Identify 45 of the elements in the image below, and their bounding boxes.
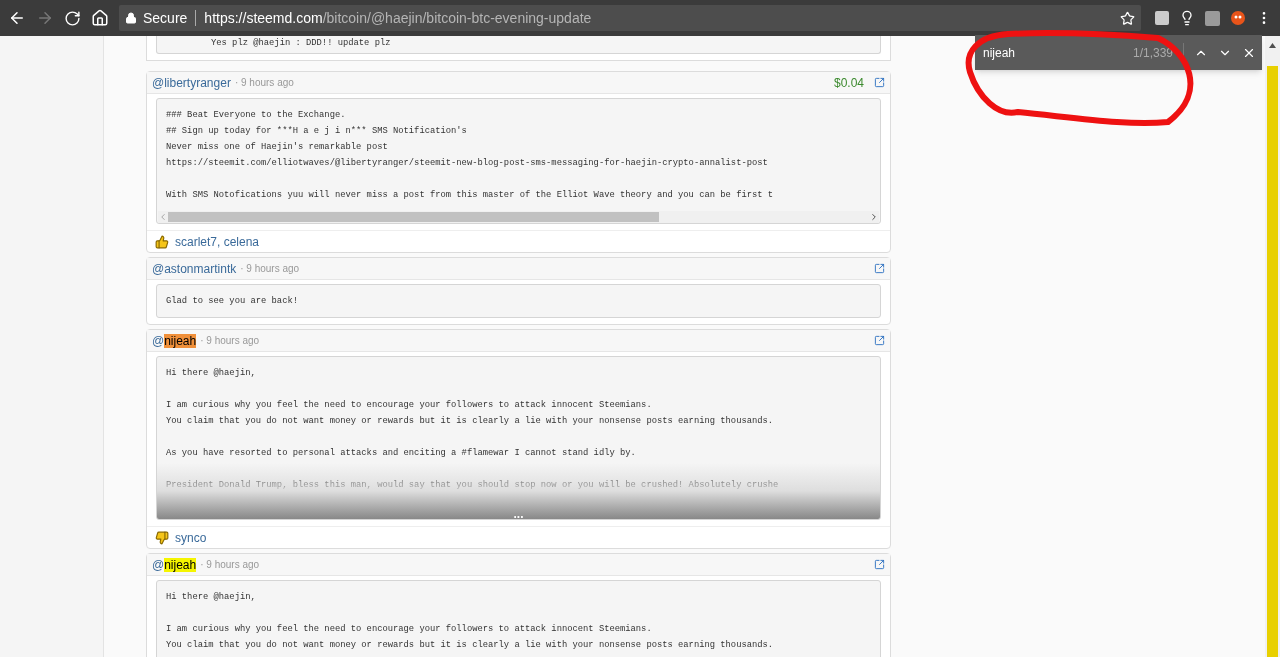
address-bar[interactable]: Secure https://steemd.com/bitcoin/@haejin/bitcoin-btc-evening-update — [119, 5, 1141, 31]
body-line: https://steemit.com/elliotwaves/@libertyranger/steemit-new-blog-post-sms-messaging-for-haejin-crypto-annalist-post — [166, 157, 769, 170]
body-line: You claim that you do not want money or rewards but it is clearly a lie with your nonsense posts earning thousands. — [166, 415, 775, 428]
bookmark-star-icon[interactable] — [1120, 10, 1135, 26]
timestamp: · 9 hours ago — [200, 558, 260, 572]
back-icon[interactable] — [8, 9, 26, 27]
body-line: As you have resorted to personal attacks and enciting a #flamewar I cannot stand idly by. — [166, 447, 637, 460]
author-link[interactable]: @astonmartintk — [152, 259, 237, 278]
home-icon[interactable] — [91, 9, 109, 27]
body-line: I am curious why you feel the need to encourage your followers to attack innocent Steemians. — [166, 623, 653, 636]
voter-names[interactable]: synco — [175, 528, 207, 547]
url-text: https://steemd.com/bitcoin/@haejin/bitcoin-btc-evening-update — [204, 8, 592, 28]
comment-body: Yes plz @haejin : DDD!! update plz — [156, 36, 881, 54]
author-link[interactable]: @libertyranger — [152, 73, 231, 92]
extension-icon[interactable] — [1205, 10, 1220, 26]
external-link-icon[interactable] — [874, 77, 885, 88]
body-line: With SMS Notofications yuu will never miss a post from this master of the Elliot Wave theory and you can be first t — [166, 189, 775, 202]
body-line: Hi there @haejin, — [166, 591, 257, 604]
find-query[interactable]: nijeah — [983, 43, 1016, 62]
body-line: ### Beat Everyone to the Exchange. — [166, 109, 347, 122]
reload-icon[interactable] — [64, 9, 81, 27]
match-count: 1/1,339 — [1132, 44, 1173, 62]
scrollbar[interactable] — [1265, 36, 1280, 657]
security-label: Secure — [143, 8, 188, 28]
thumbs-up-icon — [155, 234, 169, 249]
lightbulb-icon[interactable] — [1179, 10, 1195, 26]
scroll-right-icon[interactable] — [869, 212, 879, 222]
external-link-icon[interactable] — [874, 559, 885, 570]
voter-names[interactable]: scarlet7, celena — [175, 232, 260, 251]
timestamp: · 9 hours ago — [234, 76, 294, 90]
payout: $0.04 — [833, 74, 864, 92]
timestamp: · 9 hours ago — [200, 334, 260, 348]
thumbs-down-icon — [155, 530, 169, 545]
horizontal-scrollbar[interactable] — [158, 211, 879, 223]
expand-toggle[interactable]: ... — [513, 509, 524, 519]
timestamp: · 9 hours ago — [240, 262, 300, 276]
body-line: I am curious why you feel the need to encourage your followers to attack innocent Steemians. — [166, 399, 653, 412]
external-link-icon[interactable] — [874, 335, 885, 346]
external-link-icon[interactable] — [874, 263, 885, 274]
body-line: Never miss one of Haejin's remarkable post — [166, 141, 389, 154]
body-line: You claim that you do not want money or rewards but it is clearly a lie with your nonsense posts earning thousands. — [166, 639, 775, 652]
lock-icon — [125, 12, 137, 24]
body-line: Glad to see you are back! — [166, 295, 299, 308]
body-line: ## Sign up today for ***H a e j i n*** SMS Notification's — [166, 125, 468, 138]
body-line: Hi there @haejin, — [166, 367, 257, 380]
